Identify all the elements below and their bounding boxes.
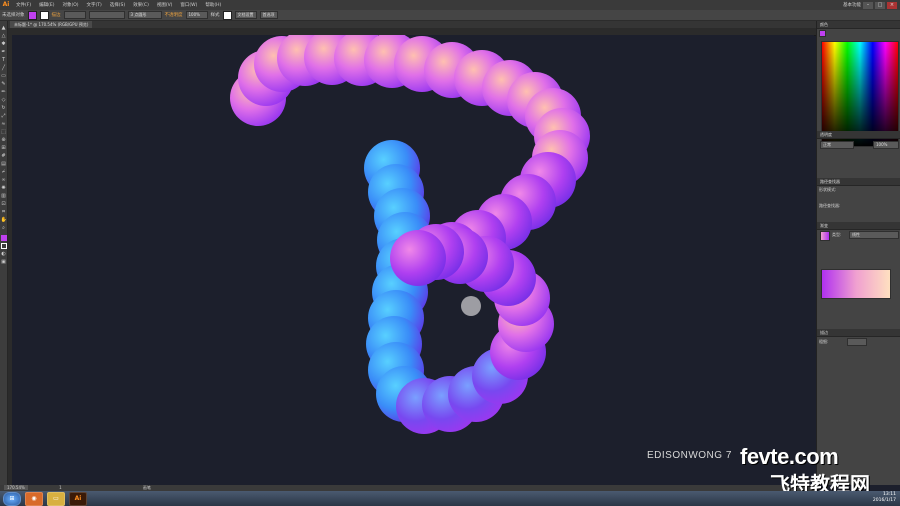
- menu-type[interactable]: 文字(T): [83, 2, 106, 8]
- illustrator-icon[interactable]: Ai: [69, 491, 87, 506]
- menu-object[interactable]: 对象(O): [58, 2, 82, 8]
- doc-setup-button[interactable]: 文档设置: [234, 11, 257, 19]
- fill-swatch-panel[interactable]: [819, 30, 826, 37]
- right-panels: 颜色 透明度 正常 100% 路径查找器 形状模式: 路径查找器: 渐变 类型:…: [816, 21, 900, 485]
- system-clock[interactable]: 13:11 2016/1/17: [873, 492, 896, 504]
- selection-tool-icon[interactable]: ▲: [1, 25, 7, 31]
- gradient-icon[interactable]: ▤: [1, 161, 7, 167]
- brush-cursor: [461, 296, 481, 316]
- perspective-icon[interactable]: ⊞: [1, 145, 7, 151]
- free-transform-icon[interactable]: ⬚: [1, 129, 7, 135]
- tools-panel: ▲ △ ✱ ✒ T ╱ ▭ ✎ ✏ ◇ ↻ ⤢ ≈ ⬚ ⊕ ⊞ # ▤ ⌿ ∞ …: [0, 21, 8, 485]
- brush-icon[interactable]: ✎: [1, 81, 7, 87]
- stroke-weight-field[interactable]: [63, 11, 86, 19]
- direct-selection-icon[interactable]: △: [1, 33, 7, 39]
- style-swatch[interactable]: [222, 10, 232, 20]
- rectangle-icon[interactable]: ▭: [1, 73, 7, 79]
- slice-icon[interactable]: ⌗: [1, 209, 7, 215]
- artboard-icon[interactable]: ⊡: [1, 201, 7, 207]
- pathfinders-label: 路径查找器:: [819, 203, 841, 208]
- style-label: 样式: [210, 13, 220, 18]
- hand-icon[interactable]: ✋: [1, 217, 7, 223]
- explorer-icon[interactable]: ▭: [47, 491, 65, 506]
- magic-wand-icon[interactable]: ✱: [1, 41, 7, 47]
- blend-mode-select[interactable]: 正常: [820, 141, 854, 149]
- eyedropper-icon[interactable]: ⌿: [1, 169, 7, 175]
- preferences-button[interactable]: 首选项: [259, 11, 278, 19]
- pen-icon[interactable]: ✒: [1, 49, 7, 55]
- site-logo-latin: fevte.com: [740, 444, 839, 469]
- brush-field[interactable]: 3 点圆形: [127, 11, 162, 19]
- control-bar: 未选择对象 描边 3 点圆形 不透明度 100% 样式 文档设置 首选项: [0, 10, 900, 21]
- eraser-icon[interactable]: ◇: [1, 97, 7, 103]
- stroke-label[interactable]: 描边: [52, 12, 61, 18]
- stroke-weight-input[interactable]: [847, 338, 867, 346]
- variable-width-field[interactable]: [88, 11, 125, 19]
- menu-file[interactable]: 文件(F): [12, 2, 35, 8]
- document-tab[interactable]: 未标题-1* @ 170.54% (RGB/GPU 预览): [10, 21, 93, 28]
- artwork-letter-b: [230, 29, 590, 434]
- browser-icon[interactable]: ◉: [25, 491, 43, 506]
- opacity-field[interactable]: 100%: [185, 11, 208, 19]
- maximize-button[interactable]: □: [875, 1, 885, 9]
- pencil-icon[interactable]: ✏: [1, 89, 7, 95]
- stroke-swatch[interactable]: [39, 10, 49, 20]
- opacity-label[interactable]: 不透明度: [165, 12, 183, 18]
- pathfinder-panel-title[interactable]: 路径查找器: [817, 178, 900, 186]
- start-icon[interactable]: ⊞: [3, 491, 21, 506]
- current-tool: 画笔: [142, 485, 151, 490]
- gradient-bar[interactable]: [821, 269, 891, 299]
- fill-color-swatch[interactable]: [0, 235, 7, 241]
- app-logo: Ai: [0, 0, 12, 10]
- graph-icon[interactable]: ▥: [1, 193, 7, 199]
- blend-icon[interactable]: ∞: [1, 177, 7, 183]
- shape-modes-label: 形状模式:: [819, 187, 837, 192]
- workspace-switcher[interactable]: 基本功能: [843, 2, 861, 8]
- transparency-opacity-field[interactable]: 100%: [873, 141, 899, 149]
- mesh-icon[interactable]: #: [1, 153, 7, 159]
- shape-builder-icon[interactable]: ⊕: [1, 137, 7, 143]
- zoom-level[interactable]: 170.54%: [4, 485, 28, 490]
- screen-mode-icon[interactable]: ▣: [1, 259, 7, 265]
- menu-edit[interactable]: 编辑(E): [35, 2, 58, 8]
- rotate-icon[interactable]: ↻: [1, 105, 7, 111]
- color-panel-title[interactable]: 颜色: [817, 21, 900, 29]
- menu-effect[interactable]: 效果(C): [129, 2, 153, 8]
- canvas[interactable]: [12, 29, 814, 485]
- line-icon[interactable]: ╱: [1, 65, 7, 71]
- menu-help[interactable]: 帮助(H): [201, 2, 225, 8]
- artboard-number[interactable]: 1: [59, 485, 62, 490]
- gradient-type-label: 类型:: [832, 232, 842, 237]
- transparency-panel-title[interactable]: 透明度: [817, 131, 900, 139]
- menu-view[interactable]: 视图(V): [153, 2, 177, 8]
- gradient-swatch[interactable]: [820, 231, 830, 241]
- selection-status: 未选择对象: [2, 13, 25, 18]
- gradient-type-select[interactable]: 线性: [849, 231, 899, 239]
- menu-window[interactable]: 窗口(W): [176, 2, 201, 8]
- author-watermark: EDISONWONG 7: [647, 450, 732, 461]
- gradient-panel-title[interactable]: 渐变: [817, 222, 900, 230]
- stroke-color-swatch[interactable]: [0, 243, 7, 249]
- scale-icon[interactable]: ⤢: [1, 113, 7, 119]
- minimize-button[interactable]: –: [863, 1, 873, 9]
- type-icon[interactable]: T: [1, 57, 7, 63]
- menu-select[interactable]: 选择(S): [106, 2, 129, 8]
- taskbar: ⊞ ◉ ▭ Ai 13:11 2016/1/17: [0, 491, 900, 506]
- zoom-icon[interactable]: ⌕: [1, 225, 7, 231]
- draw-mode-icon[interactable]: ◐: [1, 251, 7, 257]
- stroke-panel-title[interactable]: 描边: [817, 329, 900, 337]
- symbol-sprayer-icon[interactable]: ✺: [1, 185, 7, 191]
- close-button[interactable]: ×: [887, 1, 897, 9]
- fill-swatch[interactable]: [27, 10, 37, 20]
- stroke-weight-label: 粗细:: [819, 339, 829, 344]
- document-tabs: 未标题-1* @ 170.54% (RGB/GPU 预览): [8, 21, 816, 28]
- width-icon[interactable]: ≈: [1, 121, 7, 127]
